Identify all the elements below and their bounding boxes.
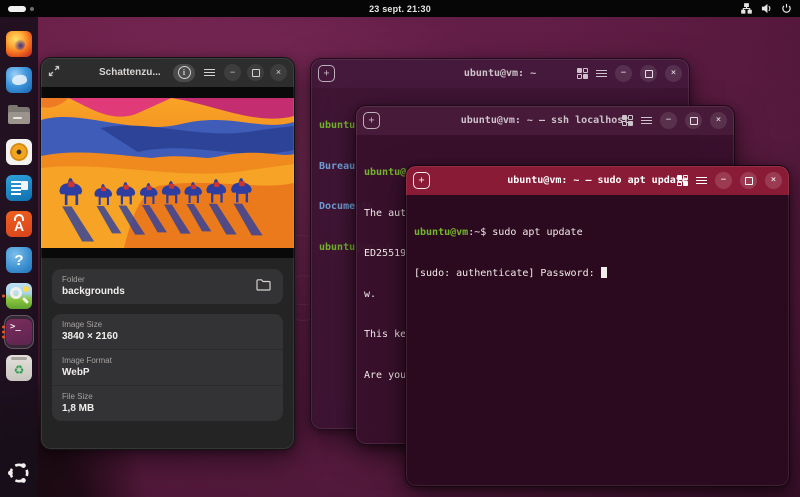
- folder-label: Folder: [62, 275, 246, 284]
- window-title: ubuntu@vm: ~ — ssh localhost: [461, 115, 630, 126]
- libreoffice-writer-icon: [6, 175, 32, 201]
- output-text: w.: [364, 289, 376, 300]
- property-label: Image Size: [62, 320, 273, 329]
- minimize-button[interactable]: −: [715, 172, 732, 189]
- firefox-icon: [6, 31, 32, 57]
- property-row: File Size 1,8 MB: [52, 385, 283, 421]
- dock-item-rhythmbox[interactable]: [2, 134, 36, 170]
- maximize-button[interactable]: [247, 64, 264, 81]
- dock-item-app-center[interactable]: A: [2, 206, 36, 242]
- ubuntu-logo-icon: [7, 461, 31, 490]
- command-text: sudo apt update: [492, 227, 582, 238]
- directory-name: Bureau: [319, 161, 355, 172]
- text-cursor: [601, 267, 607, 278]
- menu-button[interactable]: [201, 64, 218, 81]
- close-button[interactable]: ×: [710, 112, 727, 129]
- minimize-button[interactable]: −: [660, 112, 677, 129]
- files-icon: [6, 103, 32, 129]
- workspace-indicator[interactable]: [8, 6, 34, 12]
- top-bar: 23 sept. 21:30: [0, 0, 800, 17]
- camel-caravan-artwork: [41, 98, 294, 248]
- dock-item-terminal[interactable]: >_: [2, 314, 36, 350]
- dock-item-libreoffice-writer[interactable]: [2, 170, 36, 206]
- workspace-dot: [30, 7, 34, 11]
- clock-menu[interactable]: 23 sept. 21:30: [369, 4, 431, 14]
- hamburger-icon[interactable]: [696, 177, 707, 184]
- image-viewer-icon: [6, 283, 32, 309]
- image-properties-panel: Folder backgrounds Image Size 3840 × 216…: [41, 258, 294, 421]
- property-value: 3840 × 2160: [62, 331, 273, 342]
- image-canvas[interactable]: [41, 87, 294, 258]
- hamburger-icon[interactable]: [596, 70, 607, 77]
- dock-item-trash[interactable]: ♻: [2, 350, 36, 386]
- window-title: Schattenzu...: [99, 67, 161, 78]
- maximize-icon: [252, 69, 260, 77]
- dock-item-files[interactable]: [2, 98, 36, 134]
- folder-value: backgrounds: [62, 286, 246, 297]
- trash-icon: ♻: [6, 355, 32, 381]
- workspace-pill-active: [8, 6, 26, 12]
- property-label: Image Format: [62, 356, 273, 365]
- network-icon: [741, 3, 752, 14]
- property-value: 1,8 MB: [62, 403, 273, 414]
- terminal-content[interactable]: ubuntu@vm:~$ sudo apt update [sudo: auth…: [406, 195, 789, 311]
- fullscreen-icon[interactable]: [48, 64, 60, 82]
- volume-icon: [761, 3, 772, 14]
- system-tray[interactable]: [741, 3, 792, 14]
- minimize-button[interactable]: −: [224, 64, 241, 81]
- prompt-user-host: ubuntu@vm: [414, 227, 468, 238]
- password-prompt-text: [sudo: authenticate] Password:: [414, 268, 601, 279]
- maximize-button[interactable]: [640, 65, 657, 82]
- window-title: ubuntu@vm: ~ — sudo apt update: [507, 175, 688, 186]
- terminal-titlebar[interactable]: + ubuntu@vm: ~ − ×: [311, 59, 689, 88]
- info-toggle-button[interactable]: i: [173, 64, 195, 82]
- new-tab-button[interactable]: +: [413, 172, 430, 189]
- dock: A ? >_ ♻: [0, 17, 38, 497]
- thunderbird-icon: [6, 67, 32, 93]
- property-row: Image Format WebP: [52, 349, 283, 385]
- maximize-button[interactable]: [685, 112, 702, 129]
- running-indicator: [2, 326, 5, 339]
- help-icon: ?: [6, 247, 32, 273]
- property-row: Image Size 3840 × 2160: [52, 314, 283, 349]
- property-label: File Size: [62, 392, 273, 401]
- close-button[interactable]: ×: [665, 65, 682, 82]
- show-apps-button[interactable]: [2, 457, 36, 493]
- details-card: Image Size 3840 × 2160 Image Format WebP…: [52, 314, 283, 421]
- open-folder-icon[interactable]: [256, 278, 271, 296]
- terminal-titlebar-active[interactable]: + ubuntu@vm: ~ — sudo apt update − ×: [406, 166, 789, 195]
- dock-item-image-viewer[interactable]: [2, 278, 36, 314]
- new-tab-button[interactable]: +: [318, 65, 335, 82]
- tab-overview-icon[interactable]: [577, 68, 588, 79]
- close-button[interactable]: ×: [270, 64, 287, 81]
- folder-card[interactable]: Folder backgrounds: [52, 269, 283, 304]
- maximize-button[interactable]: [740, 172, 757, 189]
- info-icon: i: [178, 66, 191, 79]
- hamburger-icon: [204, 69, 215, 76]
- new-tab-button[interactable]: +: [363, 112, 380, 129]
- app-center-icon: A: [6, 211, 32, 237]
- rhythmbox-icon: [6, 139, 32, 165]
- terminal-window-sudo-apt-update: + ubuntu@vm: ~ — sudo apt update − × ubu…: [405, 165, 790, 487]
- hamburger-icon[interactable]: [641, 117, 652, 124]
- image-viewer-window: Schattenzu... i − ×: [40, 57, 295, 450]
- close-button[interactable]: ×: [765, 172, 782, 189]
- property-value: WebP: [62, 367, 273, 378]
- terminal-titlebar[interactable]: + ubuntu@vm: ~ — ssh localhost − ×: [356, 106, 734, 135]
- minimize-button[interactable]: −: [615, 65, 632, 82]
- window-title: ubuntu@vm: ~: [464, 68, 536, 79]
- dock-item-firefox[interactable]: [2, 26, 36, 62]
- terminal-icon: >_: [6, 319, 32, 345]
- dock-item-thunderbird[interactable]: [2, 62, 36, 98]
- dock-item-help[interactable]: ?: [2, 242, 36, 278]
- image-viewer-titlebar[interactable]: Schattenzu... i − ×: [41, 58, 294, 87]
- running-indicator: [2, 295, 5, 298]
- power-icon: [781, 3, 792, 14]
